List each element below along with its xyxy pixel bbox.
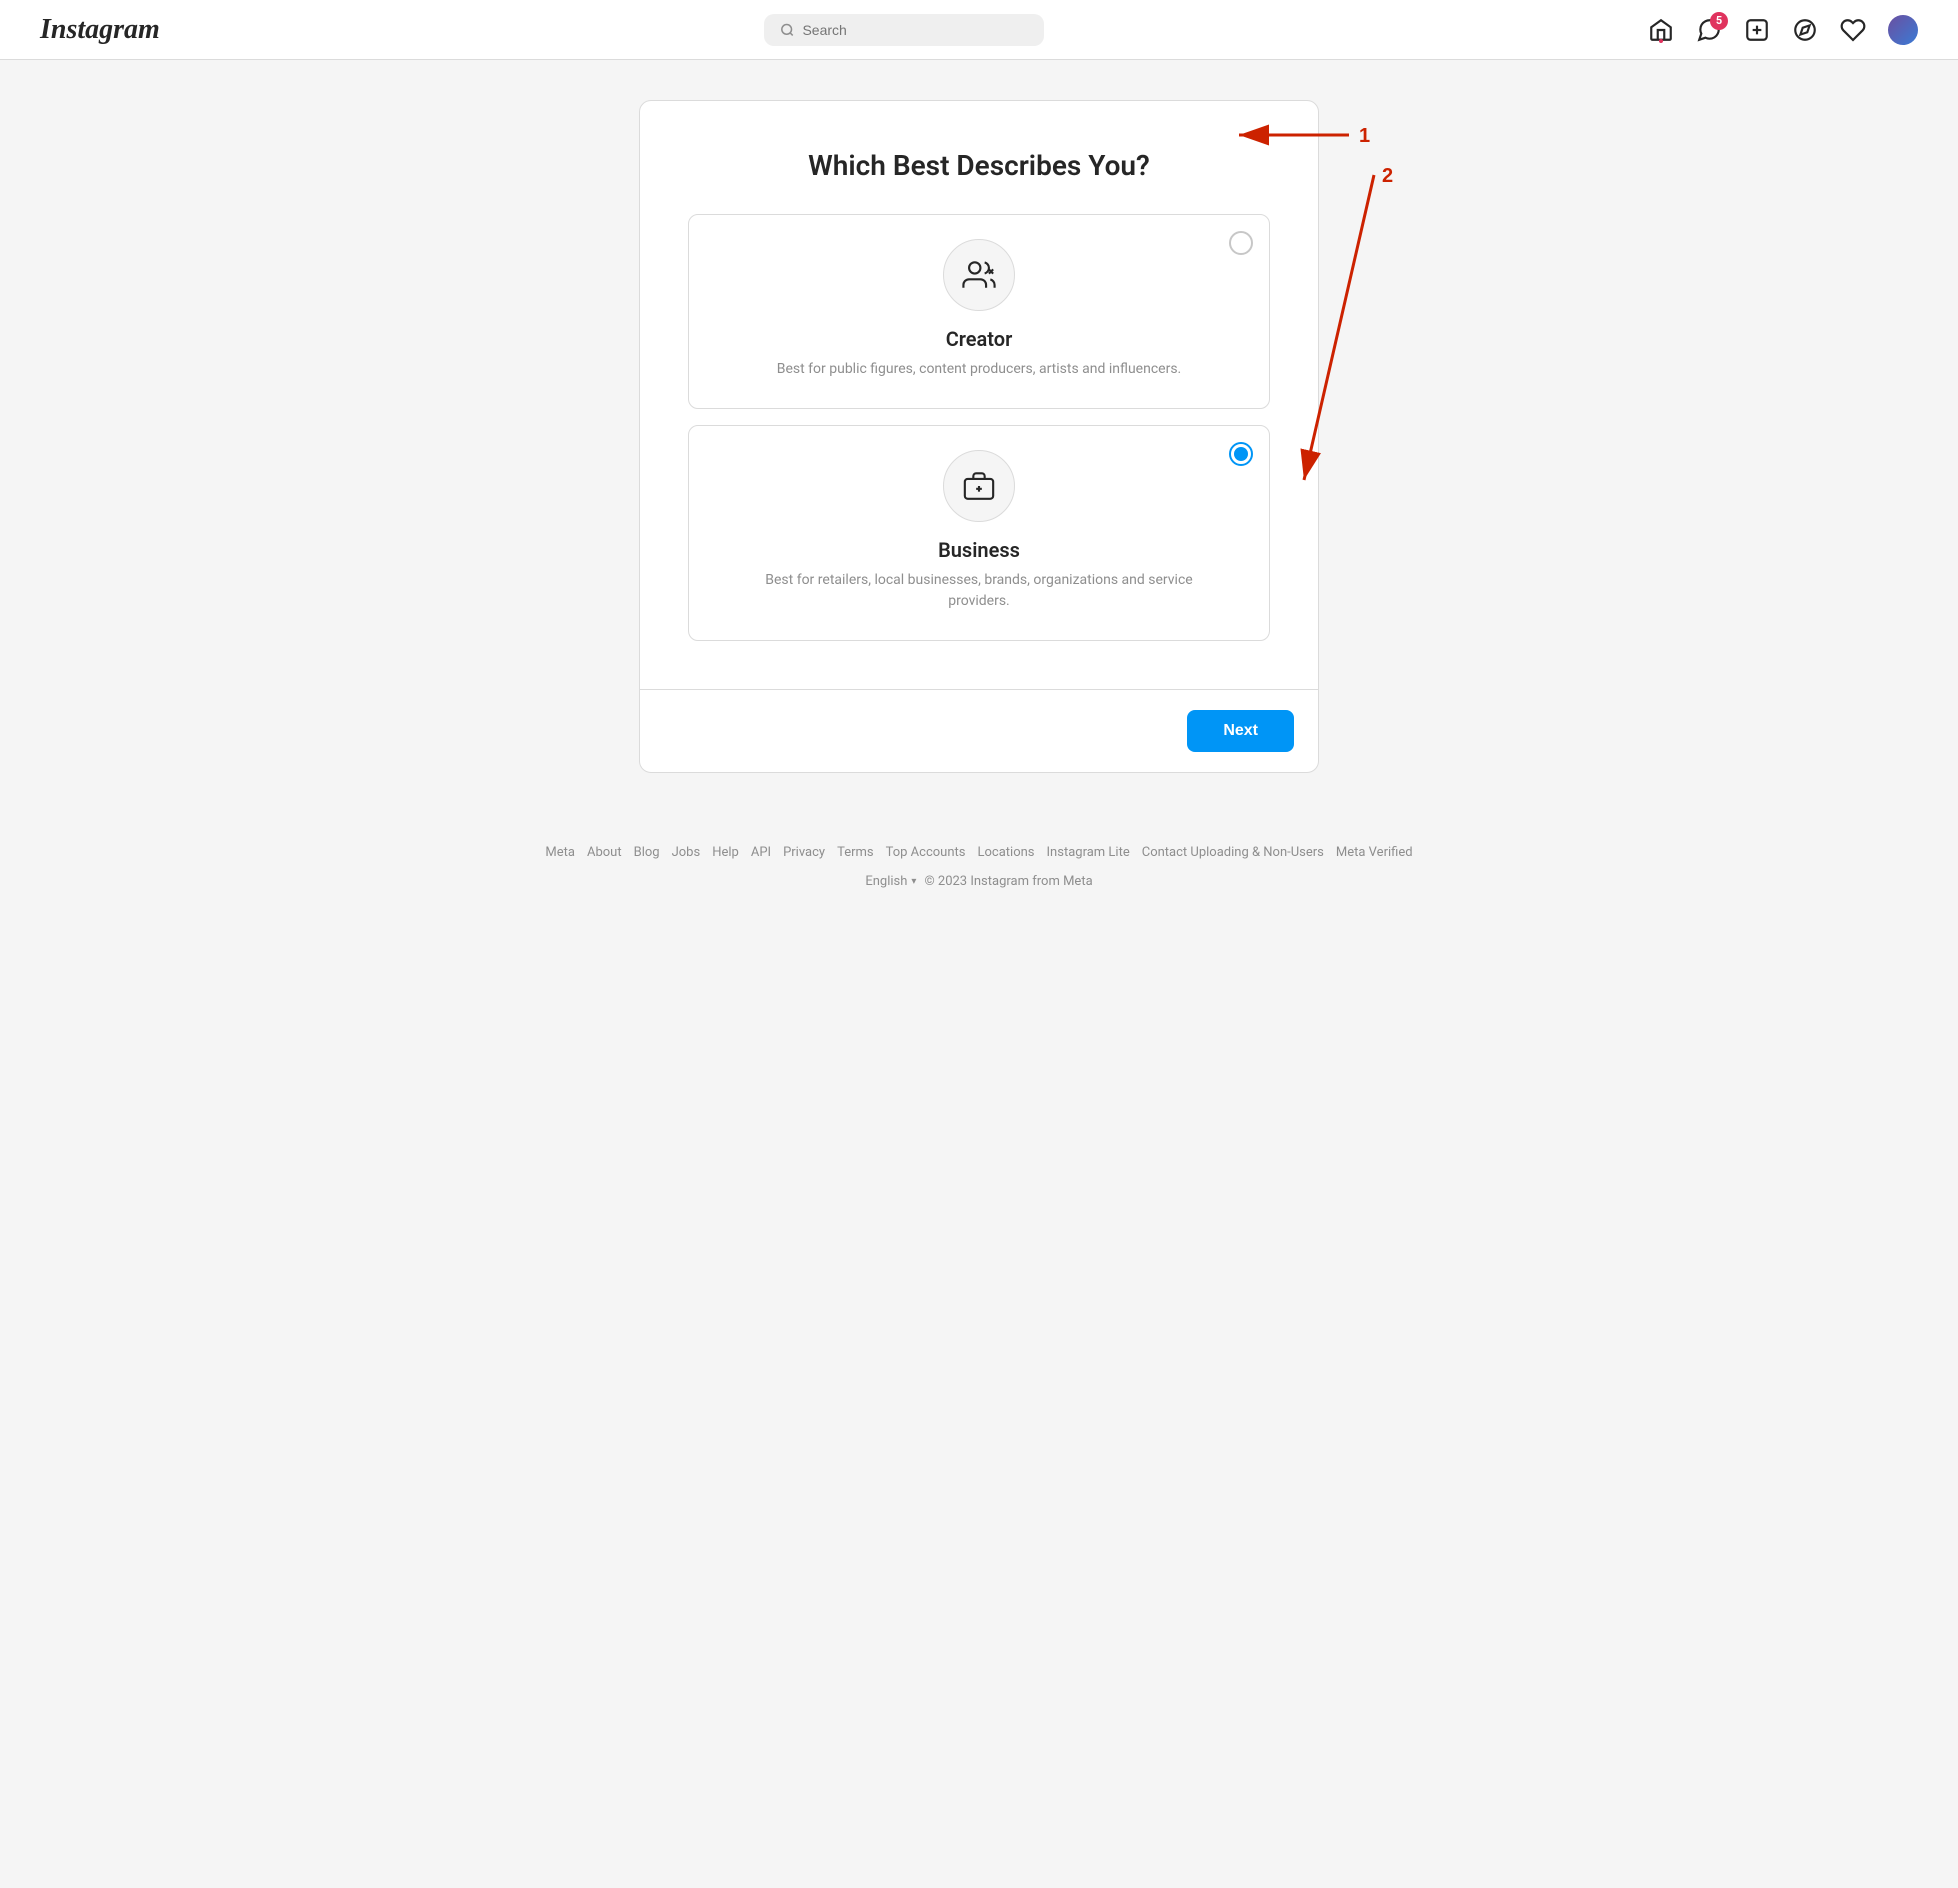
card-body: Which Best Describes You? [640, 101, 1318, 689]
chevron-down-icon: ▾ [911, 876, 916, 887]
heart-icon [1840, 17, 1866, 43]
avatar [1888, 15, 1918, 45]
header: Instagram 5 [0, 0, 1958, 60]
footer-link-instagram-lite[interactable]: Instagram Lite [1047, 845, 1130, 860]
footer-links: Meta About Blog Jobs Help API Privacy Te… [20, 845, 1938, 860]
language-label: English [865, 874, 907, 889]
footer-link-meta[interactable]: Meta [545, 845, 575, 860]
footer-link-contact[interactable]: Contact Uploading & Non-Users [1142, 845, 1324, 860]
footer-link-jobs[interactable]: Jobs [672, 845, 701, 860]
notification-badge: 5 [1710, 12, 1728, 30]
card-title: Which Best Describes You? [688, 149, 1270, 182]
footer-link-about[interactable]: About [587, 845, 622, 860]
creator-icon-circle [943, 239, 1015, 311]
creator-icon [962, 258, 996, 292]
create-icon [1744, 17, 1770, 43]
footer: Meta About Blog Jobs Help API Privacy Te… [0, 813, 1958, 905]
logo: Instagram [40, 14, 160, 46]
business-icon-circle [943, 450, 1015, 522]
profile-nav-item[interactable] [1888, 15, 1918, 45]
business-desc: Best for retailers, local businesses, br… [759, 570, 1199, 612]
footer-link-blog[interactable]: Blog [634, 845, 660, 860]
explore-nav-item[interactable] [1792, 17, 1818, 43]
explore-icon [1792, 17, 1818, 43]
search-bar[interactable] [764, 14, 1044, 46]
selection-card: Which Best Describes You? [639, 100, 1319, 773]
business-radio [1229, 442, 1253, 466]
card-footer: Next [640, 689, 1318, 772]
creator-radio [1229, 231, 1253, 255]
messenger-nav-item[interactable]: 5 [1696, 17, 1722, 43]
notifications-nav-item[interactable] [1840, 17, 1866, 43]
language-selector[interactable]: English ▾ [865, 874, 916, 889]
business-option[interactable]: Business Best for retailers, local busin… [688, 425, 1270, 641]
copyright-text: © 2023 Instagram from Meta [924, 874, 1092, 889]
business-title: Business [938, 538, 1020, 562]
home-dot [1659, 39, 1663, 43]
home-nav-item[interactable] [1648, 17, 1674, 43]
footer-link-privacy[interactable]: Privacy [783, 845, 825, 860]
footer-link-api[interactable]: API [751, 845, 771, 860]
nav-bar: 5 [1648, 15, 1918, 45]
creator-title: Creator [946, 327, 1013, 351]
footer-link-top-accounts[interactable]: Top Accounts [886, 845, 966, 860]
svg-text:2: 2 [1382, 165, 1393, 187]
main-content: Which Best Describes You? [0, 60, 1958, 813]
search-icon [780, 22, 795, 38]
svg-text:1: 1 [1359, 125, 1370, 147]
search-input[interactable] [802, 22, 1027, 38]
footer-bottom: English ▾ © 2023 Instagram from Meta [20, 874, 1938, 889]
footer-link-meta-verified[interactable]: Meta Verified [1336, 845, 1413, 860]
footer-link-terms[interactable]: Terms [837, 845, 874, 860]
footer-link-help[interactable]: Help [712, 845, 739, 860]
creator-desc: Best for public figures, content produce… [777, 359, 1182, 380]
create-nav-item[interactable] [1744, 17, 1770, 43]
creator-option[interactable]: Creator Best for public figures, content… [688, 214, 1270, 409]
business-icon [962, 469, 996, 503]
next-button[interactable]: Next [1187, 710, 1294, 752]
footer-link-locations[interactable]: Locations [978, 845, 1035, 860]
